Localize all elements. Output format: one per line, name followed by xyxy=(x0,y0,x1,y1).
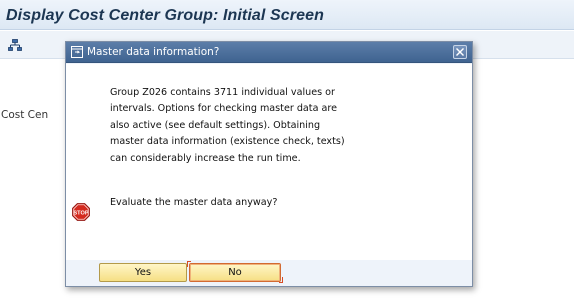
message-line: can considerably increase the run time. xyxy=(110,152,301,164)
hierarchy-button[interactable] xyxy=(4,35,24,55)
cost-center-group-label: Cost Cen xyxy=(1,109,49,121)
yes-button[interactable]: Yes xyxy=(99,263,187,282)
screen-title-bar: Display Cost Center Group: Initial Scree… xyxy=(0,0,574,30)
dialog-window-icon xyxy=(71,46,83,58)
dialog-title: Master data information? xyxy=(87,46,220,58)
message-line: Group Z026 contains 3711 individual valu… xyxy=(110,87,335,98)
close-icon xyxy=(456,48,464,56)
focus-bracket-right xyxy=(279,277,283,283)
dialog-question: Evaluate the master data anyway? xyxy=(110,197,278,208)
screen-title: Display Cost Center Group: Initial Scree… xyxy=(6,7,324,24)
master-data-dialog: Master data information? Group Z026 cont… xyxy=(65,41,473,287)
stop-icon-label: STOP xyxy=(73,210,88,216)
focus-bracket-left xyxy=(187,261,191,267)
hierarchy-icon xyxy=(8,39,22,51)
stop-icon: STOP xyxy=(72,203,90,221)
dialog-header[interactable]: Master data information? xyxy=(66,42,472,63)
dialog-body: Group Z026 contains 3711 individual valu… xyxy=(66,64,472,260)
dialog-footer: Yes No xyxy=(66,260,472,286)
no-button[interactable]: No xyxy=(189,263,281,282)
dialog-message: Group Z026 contains 3711 individual valu… xyxy=(110,85,410,167)
message-line: also active (see default settings). Obta… xyxy=(110,119,321,131)
message-line: intervals. Options for checking master d… xyxy=(110,103,338,115)
message-line: master data information (existence check… xyxy=(110,136,345,148)
close-button[interactable] xyxy=(453,45,467,59)
